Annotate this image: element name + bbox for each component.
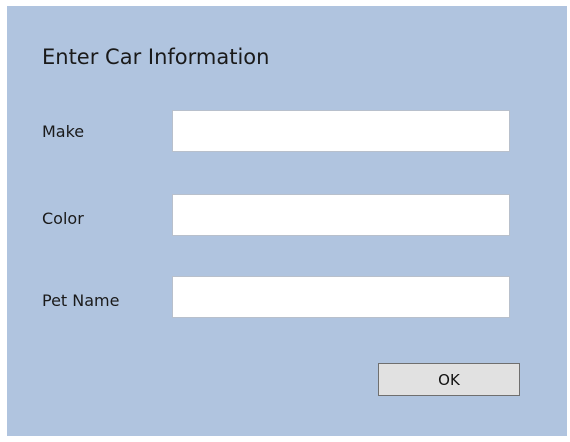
pet-name-input[interactable] (172, 276, 510, 318)
ok-button[interactable]: OK (378, 363, 520, 396)
color-label: Color (42, 209, 84, 228)
make-label: Make (42, 122, 85, 141)
pet-name-label: Pet Name (42, 291, 120, 310)
car-info-dialog: Enter Car Information Make Color Pet Nam… (7, 6, 567, 436)
dialog-title: Enter Car Information (42, 45, 270, 69)
color-input[interactable] (172, 194, 510, 236)
make-input[interactable] (172, 110, 510, 152)
